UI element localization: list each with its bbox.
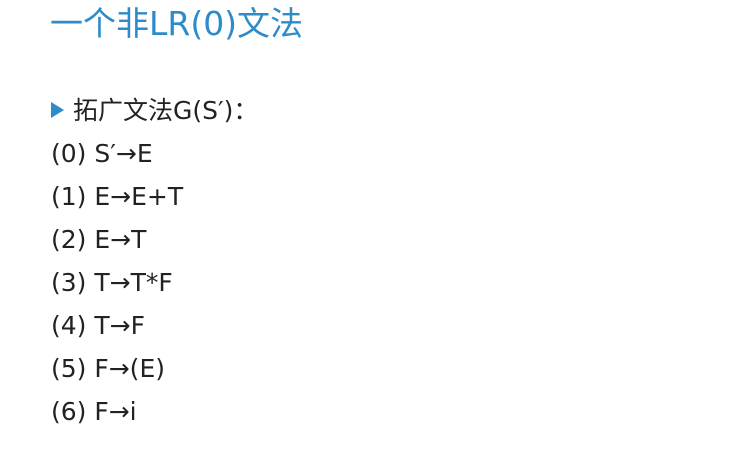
slide-title: 一个非LR(0)文法 [50, 4, 304, 43]
grammar-rule-3: (3) T→T*F [51, 268, 173, 297]
grammar-rule-6: (6) F→i [51, 397, 137, 426]
grammar-rule-5: (5) F→(E) [51, 354, 165, 383]
grammar-rules-list: (0) S′→E (1) E→E+T (2) E→T (3) T→T*F (4)… [51, 132, 183, 433]
grammar-rule-2: (2) E→T [51, 225, 147, 254]
grammar-rule-0: (0) S′→E [51, 139, 153, 168]
triangle-bullet-icon [51, 102, 64, 118]
bullet-item: 拓广文法G(S′)： [51, 91, 258, 127]
grammar-rule-1: (1) E→E+T [51, 182, 184, 211]
grammar-rule-4: (4) T→F [51, 311, 145, 340]
bullet-text: 拓广文法G(S′)： [73, 96, 259, 125]
